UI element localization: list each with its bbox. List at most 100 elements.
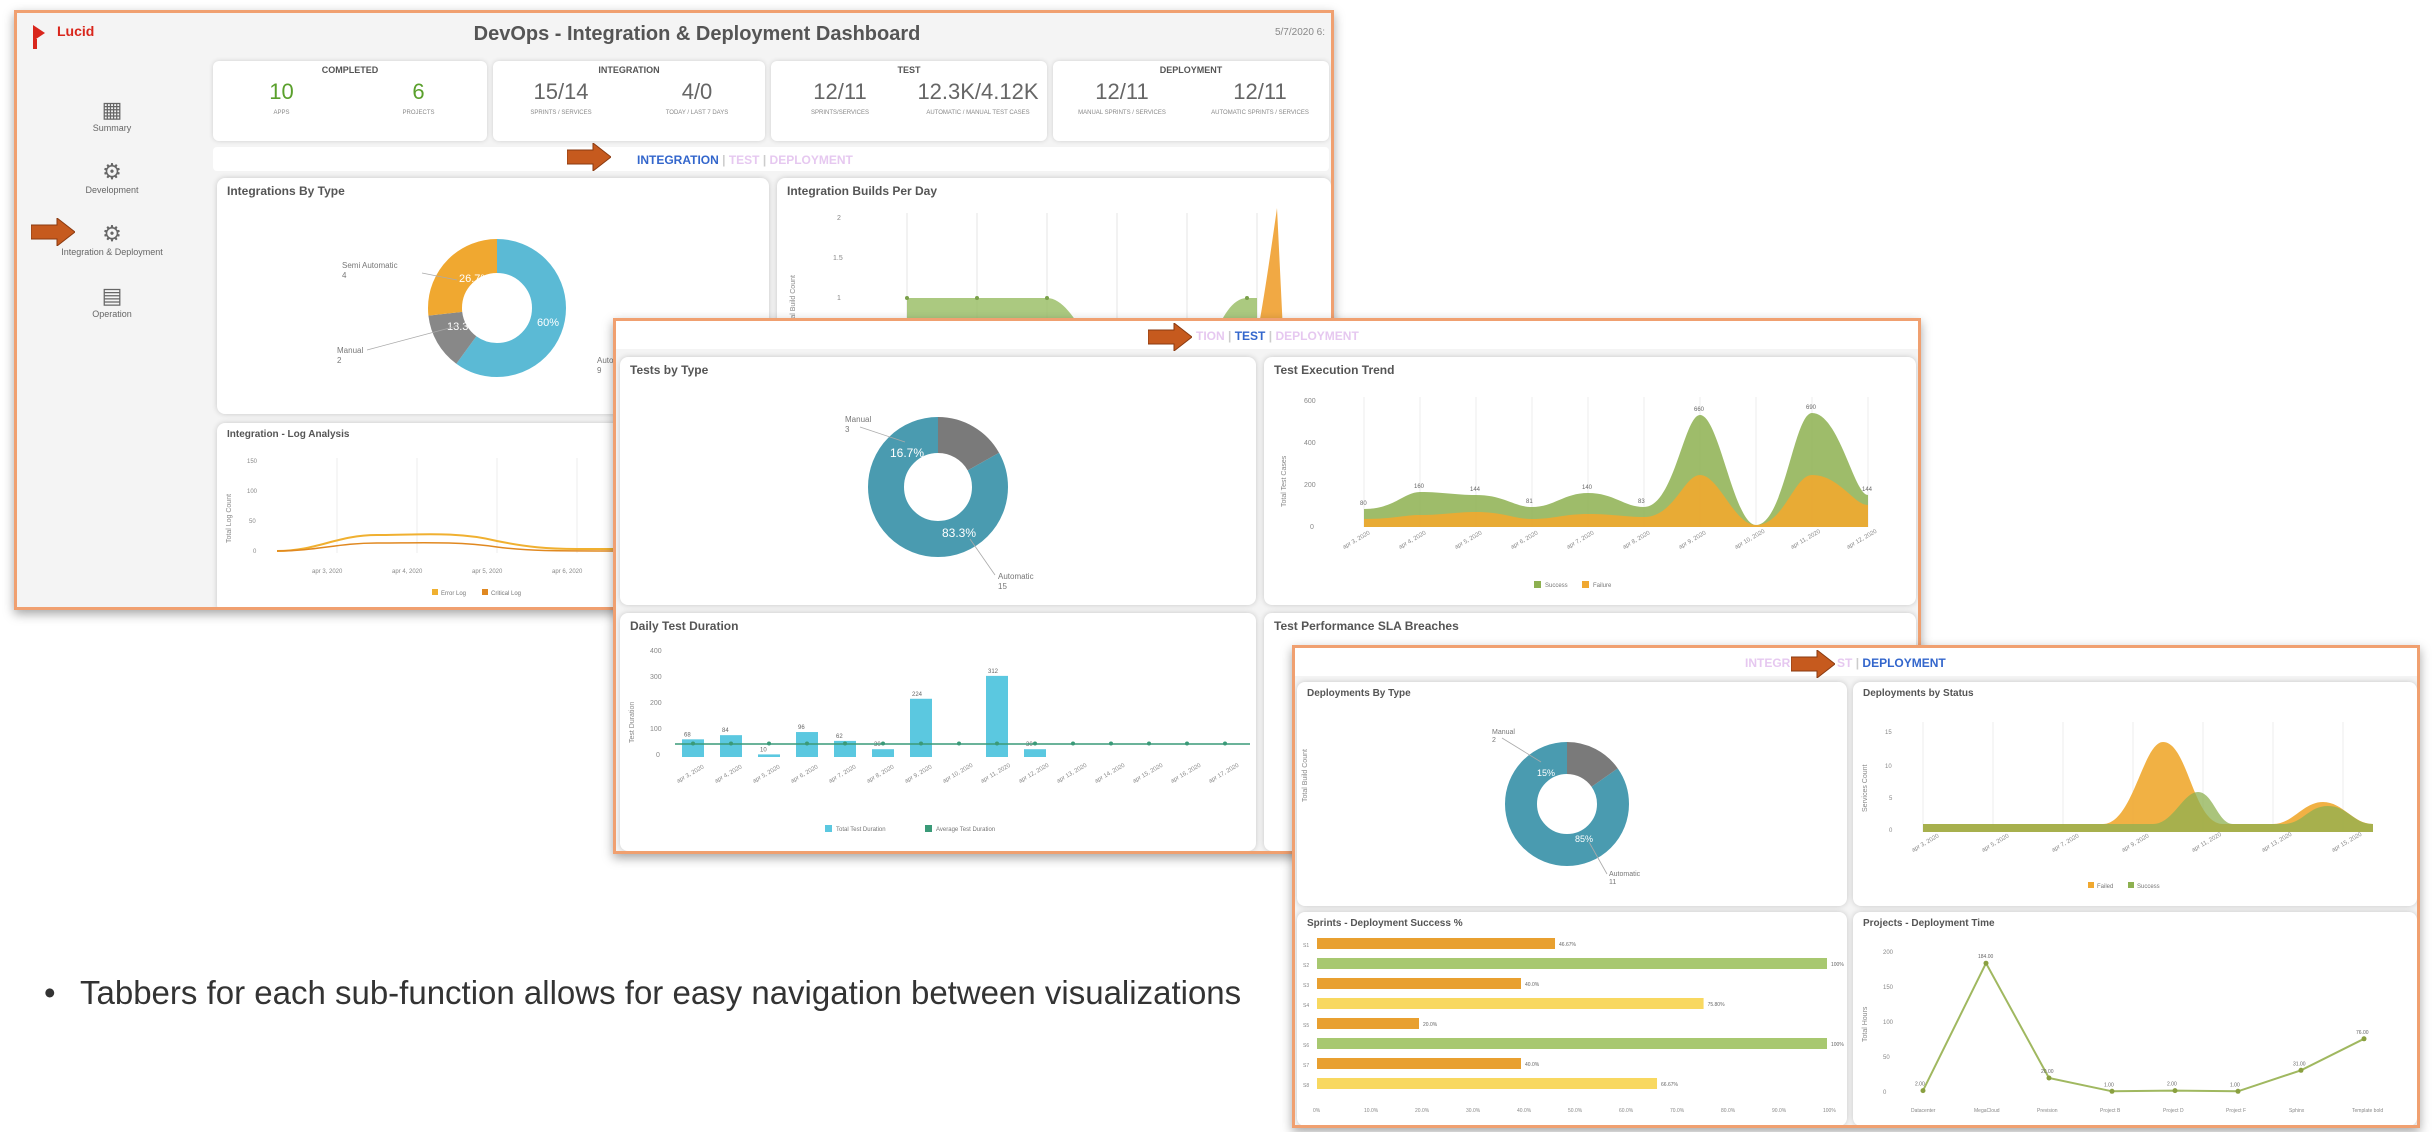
svg-text:1: 1 bbox=[837, 295, 841, 302]
svg-text:Manual: Manual bbox=[1492, 729, 1515, 736]
x-tick-label: 40.0% bbox=[1517, 1108, 1532, 1114]
svg-text:Automatic: Automatic bbox=[998, 572, 1034, 581]
duration-bar bbox=[758, 754, 780, 757]
svg-text:apr 10, 2020: apr 10, 2020 bbox=[1734, 528, 1767, 550]
category-label: S4 bbox=[1303, 1003, 1309, 1009]
svg-text:300: 300 bbox=[650, 674, 662, 681]
svg-text:81: 81 bbox=[1526, 499, 1533, 505]
lucid-logo: Lucid bbox=[31, 21, 121, 51]
svg-text:9: 9 bbox=[597, 366, 602, 375]
sidebar-item-operation[interactable]: ▤ Operation bbox=[17, 283, 207, 319]
bar-label: 68 bbox=[684, 732, 691, 738]
bar-label: 40.0% bbox=[1525, 982, 1540, 988]
bar-label: 10 bbox=[760, 747, 767, 753]
x-tick-label: 30.0% bbox=[1466, 1108, 1481, 1114]
bar-label: 46.67% bbox=[1559, 942, 1577, 948]
tab-test[interactable]: TEST bbox=[1235, 329, 1266, 343]
deployments-by-status-card: Deployments by Status Services Count 15 1… bbox=[1853, 682, 2417, 906]
svg-text:200: 200 bbox=[1304, 482, 1316, 489]
data-label: 31.00 bbox=[2293, 1061, 2306, 1067]
svg-text:apr 6, 2020: apr 6, 2020 bbox=[552, 569, 583, 575]
data-label: 1.00 bbox=[2230, 1082, 2240, 1088]
sprint-bar bbox=[1317, 958, 1827, 969]
kpi-strip: COMPLETED 10 6 APPS PROJECTS INTEGRATION… bbox=[213, 61, 1331, 141]
slice-label: 85% bbox=[1575, 834, 1593, 844]
kpi-completed: COMPLETED 10 6 APPS PROJECTS bbox=[213, 61, 487, 141]
bar-label: 75.80% bbox=[1708, 1002, 1726, 1008]
svg-text:Services Count: Services Count bbox=[1862, 764, 1869, 812]
trend-chart: Total Test Cases 600 400 200 0 80 160 144 81 14… bbox=[1281, 397, 1879, 589]
deploy-donut: Total Build Count 15% 85% Manual 2 Autom… bbox=[1302, 729, 1641, 886]
svg-text:10: 10 bbox=[1885, 764, 1892, 770]
svg-text:apr 9, 2020: apr 9, 2020 bbox=[1678, 530, 1708, 551]
category-label: S5 bbox=[1303, 1023, 1309, 1029]
svg-text:Automatic: Automatic bbox=[1609, 871, 1641, 878]
bar-label: 40.0% bbox=[1525, 1062, 1540, 1068]
tab-test[interactable]: TEST bbox=[729, 153, 760, 167]
bar-label: 62 bbox=[836, 734, 843, 740]
bar-label: 20.0% bbox=[1423, 1022, 1438, 1028]
tab-integration[interactable]: INTEGR bbox=[1745, 656, 1790, 670]
svg-text:Total Test Cases: Total Test Cases bbox=[1281, 455, 1288, 507]
x-tick-label: Datacenter bbox=[1911, 1108, 1936, 1114]
x-tick-label: 10.0% bbox=[1364, 1108, 1379, 1114]
sprint-bar bbox=[1317, 1038, 1827, 1049]
svg-text:4: 4 bbox=[342, 271, 347, 280]
svg-text:50: 50 bbox=[249, 519, 256, 525]
category-label: S2 bbox=[1303, 963, 1309, 969]
sidebar-item-development[interactable]: ⚙ Development bbox=[17, 159, 207, 195]
kpi-integration: INTEGRATION 15/14 4/0 SPRINTS / SERVICES… bbox=[493, 61, 765, 141]
tab-test[interactable]: ST bbox=[1837, 656, 1852, 670]
duration-bar bbox=[872, 749, 894, 757]
tab-deployment[interactable]: DEPLOYMENT bbox=[1862, 656, 1945, 670]
kpi-apps-value: 10 bbox=[269, 79, 294, 104]
data-point bbox=[1983, 960, 1989, 966]
svg-text:Failure: Failure bbox=[1593, 583, 1612, 589]
tab-deployment[interactable]: DEPLOYMENT bbox=[770, 153, 853, 167]
x-tick-label: 50.0% bbox=[1568, 1108, 1583, 1114]
operation-icon: ▤ bbox=[101, 283, 123, 308]
sprints-chart: S1 46.67% S2 100% S3 40.0% S4 75.80% S5 20.0% S6 10… bbox=[1303, 938, 1844, 1114]
svg-text:690: 690 bbox=[1806, 405, 1817, 411]
sprint-bar bbox=[1317, 998, 1704, 1009]
svg-text:Manual: Manual bbox=[845, 415, 871, 424]
tabs-test: TION | TEST | DEPLOYMENT bbox=[1196, 329, 1359, 343]
projects-deployment-time-card: Projects - Deployment Time Total Hours 0… bbox=[1853, 912, 2417, 1125]
category-label: S1 bbox=[1303, 943, 1309, 949]
duration-bar bbox=[910, 698, 932, 757]
slice-label: 83.3% bbox=[942, 526, 976, 540]
svg-text:apr 11, 2020: apr 11, 2020 bbox=[1790, 529, 1822, 551]
svg-text:83: 83 bbox=[1638, 499, 1645, 505]
data-label: 184.00 bbox=[1978, 954, 1994, 960]
x-tick-label: Template bold bbox=[2352, 1108, 2383, 1114]
svg-text:11: 11 bbox=[1609, 879, 1616, 886]
x-tick-label: apr 7, 2020 bbox=[828, 764, 858, 785]
test-execution-trend-card: Test Execution Trend Total Test Cases 60… bbox=[1264, 357, 1916, 605]
tests-donut: 16.7% 83.3% Manual 3 Automatic 15 bbox=[845, 415, 1034, 591]
tab-integration[interactable]: INTEGRATION bbox=[637, 153, 719, 167]
sprint-bar bbox=[1317, 978, 1521, 989]
daily-test-duration-card: Daily Test Duration Test Duration 400 300… bbox=[620, 613, 1256, 851]
data-label: 76.00 bbox=[2356, 1030, 2369, 1036]
x-tick-label: apr 12, 2020 bbox=[1018, 762, 1051, 784]
svg-text:Total Test Duration: Total Test Duration bbox=[836, 827, 886, 833]
sidebar-item-summary[interactable]: ▦ Summary bbox=[17, 97, 207, 133]
kpi-deployment: DEPLOYMENT 12/11 12/11 MANUAL SPRINTS / … bbox=[1053, 61, 1329, 141]
slice-label: 60% bbox=[537, 317, 559, 329]
x-tick-label: apr 11, 2020 bbox=[980, 763, 1012, 785]
svg-text:144: 144 bbox=[1862, 487, 1873, 493]
x-tick-label: 90.0% bbox=[1772, 1108, 1787, 1114]
sprint-bar bbox=[1317, 1058, 1521, 1069]
x-tick-label: apr 9, 2020 bbox=[904, 764, 934, 785]
svg-text:apr 3, 2020: apr 3, 2020 bbox=[1911, 833, 1941, 854]
tab-integration[interactable]: TION bbox=[1196, 329, 1225, 343]
x-tick-label: 100% bbox=[1823, 1108, 1836, 1114]
bar-label: 30 bbox=[874, 742, 881, 748]
svg-text:apr 5, 2020: apr 5, 2020 bbox=[1981, 833, 2011, 854]
sprints-success-card: Sprints - Deployment Success % S1 46.67% S… bbox=[1297, 912, 1847, 1125]
tab-deployment[interactable]: DEPLOYMENT bbox=[1275, 329, 1358, 343]
x-tick-label: apr 5, 2020 bbox=[752, 764, 782, 785]
tabs-deployment: INTEGR ST | DEPLOYMENT bbox=[1745, 656, 1946, 670]
category-label: S6 bbox=[1303, 1043, 1309, 1049]
x-tick-label: apr 16, 2020 bbox=[1170, 762, 1203, 784]
